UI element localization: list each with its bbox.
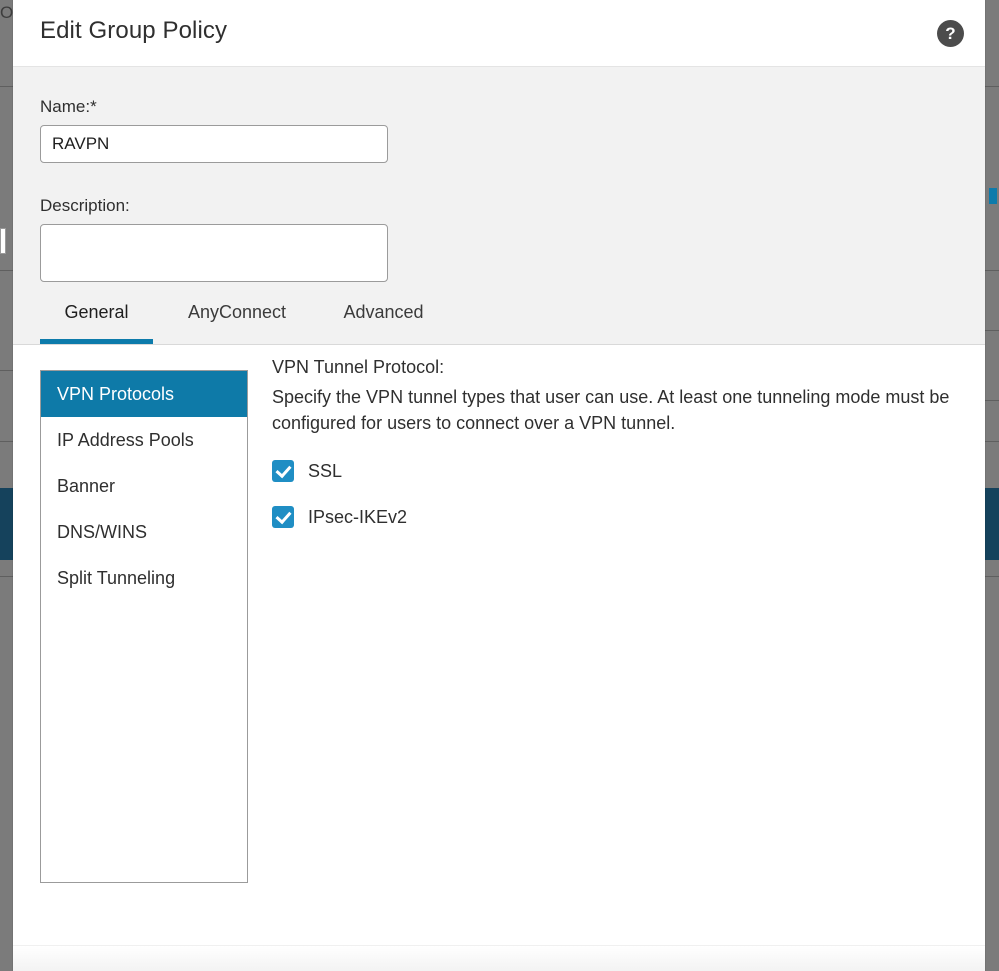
- dialog-form-section: Name:* Description: General AnyConnect A…: [13, 67, 985, 345]
- rail-divider: [0, 86, 13, 87]
- rail-divider: [0, 576, 13, 577]
- panel-description: Specify the VPN tunnel types that user c…: [272, 387, 950, 433]
- rail-divider: [985, 270, 999, 271]
- help-icon[interactable]: ?: [937, 20, 964, 47]
- background-left-rail: [0, 0, 13, 971]
- checkbox-ipsec-ikev2[interactable]: [272, 506, 294, 529]
- dialog-footer: [13, 945, 985, 971]
- description-field-label: Description:: [40, 196, 130, 215]
- rail-divider: [0, 370, 13, 371]
- dialog-title: Edit Group Policy: [40, 17, 228, 44]
- sidebar-item-ip-address-pools[interactable]: IP Address Pools: [41, 417, 247, 463]
- rail-divider: [985, 400, 999, 401]
- panel-title: VPN Tunnel Protocol:: [272, 357, 445, 377]
- dialog-tabs: General AnyConnect Advanced: [13, 284, 985, 344]
- tab-anyconnect[interactable]: AnyConnect: [165, 284, 309, 344]
- background-selected-nav-item[interactable]: [985, 488, 999, 560]
- category-list[interactable]: VPN Protocols IP Address Pools Banner DN…: [40, 370, 248, 883]
- checkbox-label-ipsec-ikev2: IPsec-IKEv2: [308, 506, 408, 527]
- sidebar-item-vpn-protocols[interactable]: VPN Protocols: [41, 371, 247, 417]
- checkbox-row-ssl[interactable]: SSL: [272, 460, 962, 483]
- tab-advanced[interactable]: Advanced: [325, 284, 442, 344]
- checkbox-row-ipsec-ikev2[interactable]: IPsec-IKEv2: [272, 506, 962, 529]
- rail-divider: [985, 441, 999, 442]
- edit-group-policy-dialog: Edit Group Policy ? Name:* Description: …: [13, 0, 985, 971]
- sidebar-item-split-tunneling[interactable]: Split Tunneling: [41, 555, 247, 601]
- rail-divider: [0, 270, 13, 271]
- background-right-rail: [985, 0, 999, 971]
- name-input[interactable]: [40, 125, 388, 163]
- name-field-label: Name:*: [40, 97, 97, 116]
- rail-divider: [985, 86, 999, 87]
- rail-divider: [0, 441, 13, 442]
- screenshot-root: Ov ⎙ Edit Group Policy ? Name:* Descript…: [0, 0, 999, 971]
- background-accent-marker: [989, 188, 997, 204]
- dialog-header: Edit Group Policy ?: [13, 0, 985, 67]
- checkbox-label-ssl: SSL: [308, 460, 343, 481]
- vpn-protocols-panel: VPN Tunnel Protocol: Specify the VPN tun…: [272, 357, 962, 529]
- tab-general[interactable]: General: [40, 284, 153, 344]
- sidebar-item-banner[interactable]: Banner: [41, 463, 247, 509]
- description-input[interactable]: [40, 224, 388, 282]
- background-selected-nav-item[interactable]: [0, 488, 13, 560]
- dialog-content: VPN Protocols IP Address Pools Banner DN…: [13, 345, 985, 971]
- sidebar-item-dns-wins[interactable]: DNS/WINS: [41, 509, 247, 555]
- rail-divider: [985, 330, 999, 331]
- background-rail-chip: [0, 228, 6, 254]
- rail-divider: [985, 576, 999, 577]
- checkbox-ssl[interactable]: [272, 460, 294, 483]
